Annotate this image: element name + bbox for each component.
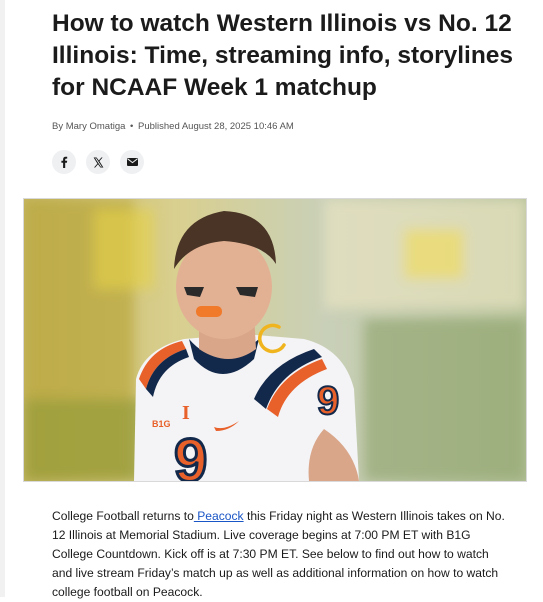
loading-spinner-icon — [258, 323, 286, 354]
x-icon — [93, 157, 103, 167]
byline-separator: • — [130, 121, 134, 132]
author-name[interactable]: Mary Omatiga — [66, 121, 126, 132]
share-x-button[interactable] — [86, 150, 110, 174]
share-email-button[interactable] — [120, 150, 144, 174]
facebook-icon — [61, 156, 68, 168]
jersey-front-number: 9 — [174, 427, 207, 481]
published-date: Published August 28, 2025 10:46 AM — [138, 121, 294, 132]
article-byline: By Mary Omatiga • Published August 28, 2… — [52, 121, 294, 132]
article-title: How to watch Western Illinois vs No. 12 … — [52, 10, 514, 101]
body-text-start: College Football returns to — [52, 509, 194, 523]
byline-prefix: By — [52, 121, 64, 132]
share-facebook-button[interactable] — [52, 150, 76, 174]
share-bar — [52, 150, 144, 174]
peacock-link[interactable]: Peacock — [194, 509, 243, 523]
page-left-edge — [0, 0, 5, 597]
b1g-logo: B1G — [152, 419, 171, 429]
email-icon — [126, 158, 138, 166]
article-body-paragraph: College Football returns to Peacock this… — [52, 507, 507, 602]
jersey-sleeve-number: 9 — [317, 379, 339, 423]
illinois-logo: I — [182, 402, 190, 424]
